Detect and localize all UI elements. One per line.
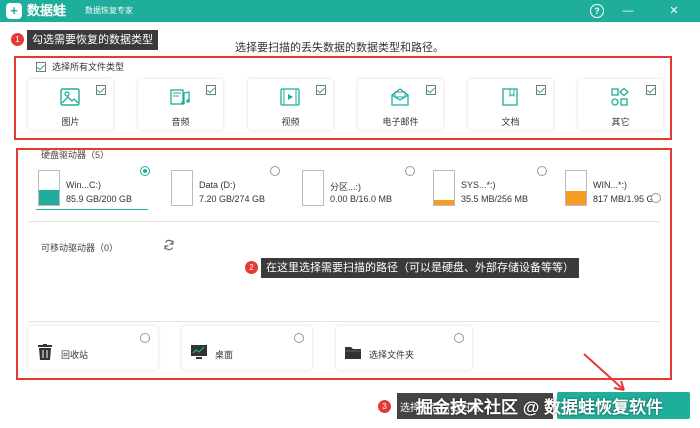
type-checkbox[interactable]: [426, 85, 436, 95]
location-choose-folder[interactable]: 选择文件夹: [336, 326, 472, 370]
location-label: 桌面: [215, 350, 234, 360]
type-checkbox[interactable]: [646, 85, 656, 95]
page-heading: 选择要扫描的丢失数据的数据类型和路径。: [235, 42, 444, 54]
drive-name: WIN...*:): [593, 180, 627, 190]
drive-name: Data (D:): [199, 180, 236, 190]
drive-radio-sys[interactable]: [537, 166, 547, 176]
drive-item-partition[interactable]: 分区...:) 0.00 B/16.0 MB: [302, 166, 417, 211]
type-card-audio[interactable]: 音频: [138, 79, 223, 130]
location-radio[interactable]: [140, 333, 150, 343]
document-icon: [502, 88, 518, 106]
drive-usage-fill: [566, 190, 586, 205]
drive-size: 35.5 MB/256 MB: [461, 194, 529, 204]
drive-disk-icon: [302, 170, 324, 206]
removable-title: 可移动驱动器（0）: [41, 243, 119, 253]
drive-item-c[interactable]: Win...C:) 85.9 GB/200 GB: [38, 166, 153, 211]
step2-badge: 2: [245, 261, 258, 274]
type-label: 文档: [501, 117, 520, 127]
select-all-checkbox[interactable]: [36, 61, 46, 72]
type-card-image[interactable]: 图片: [28, 79, 113, 130]
drive-size: 7.20 GB/274 GB: [199, 194, 266, 204]
step2-callout: 在这里选择需要扫描的路径（可以是硬盘、外部存储设备等等）: [261, 258, 579, 278]
select-all-label: 选择所有文件类型: [52, 62, 125, 72]
drive-disk-icon: [171, 170, 193, 206]
drive-name: 分区...:): [330, 182, 361, 192]
email-icon: [391, 88, 409, 106]
location-recycle-bin[interactable]: 回收站: [28, 326, 158, 370]
type-card-other[interactable]: 其它: [578, 79, 663, 130]
drive-name: SYS...*:): [461, 180, 496, 190]
watermark: 掘金技术社区 @ 数据蛙恢复软件: [416, 398, 664, 417]
step1-badge: 1: [11, 33, 24, 46]
location-label: 回收站: [61, 350, 89, 360]
selected-drive-underline: [36, 209, 148, 210]
location-radio[interactable]: [454, 333, 464, 343]
type-checkbox[interactable]: [96, 85, 106, 95]
type-label: 其它: [611, 117, 630, 127]
drive-item-win[interactable]: WIN...*:) 817 MB/1.95 GB: [565, 166, 665, 211]
drive-size: 0.00 B/16.0 MB: [330, 194, 393, 204]
drive-item-sys[interactable]: SYS...*:) 35.5 MB/256 MB: [433, 166, 548, 211]
video-icon: [280, 88, 300, 106]
select-all-types[interactable]: 选择所有文件类型: [36, 60, 124, 73]
drive-radio-c[interactable]: [140, 166, 150, 176]
app-name: 数据蛙: [27, 3, 67, 18]
location-radio[interactable]: [294, 333, 304, 343]
type-label: 图片: [61, 117, 80, 127]
drive-disk-icon: [565, 170, 587, 206]
drive-name: Win...C:): [66, 180, 101, 190]
location-label: 选择文件夹: [369, 350, 415, 360]
drive-radio-d[interactable]: [270, 166, 280, 176]
drive-radio-partition[interactable]: [405, 166, 415, 176]
section-divider: [28, 321, 660, 322]
type-checkbox[interactable]: [536, 85, 546, 95]
type-label: 音频: [171, 117, 190, 127]
trash-icon: [38, 344, 52, 360]
drive-radio-win[interactable]: [651, 193, 661, 203]
music-icon: [170, 89, 190, 105]
type-card-email[interactable]: 电子邮件: [358, 79, 443, 130]
drive-usage-fill: [434, 200, 454, 205]
drive-disk-icon: [38, 170, 60, 206]
app-logo-icon: +: [6, 3, 22, 19]
app-subtitle: 数据恢复专家: [85, 6, 133, 15]
image-icon: [60, 88, 80, 106]
minimize-button[interactable]: —: [620, 3, 636, 19]
type-checkbox[interactable]: [206, 85, 216, 95]
section-divider: [28, 221, 660, 222]
drive-size: 85.9 GB/200 GB: [66, 194, 133, 204]
drive-usage-fill: [39, 190, 59, 205]
help-button[interactable]: ?: [590, 4, 604, 18]
drive-size: 817 MB/1.95 GB: [593, 194, 660, 204]
type-label: 电子邮件: [382, 117, 419, 127]
refresh-icon[interactable]: [163, 239, 175, 251]
folder-icon: [345, 347, 361, 359]
location-desktop[interactable]: 桌面: [182, 326, 312, 370]
type-checkbox[interactable]: [316, 85, 326, 95]
close-button[interactable]: ✕: [666, 3, 682, 19]
other-icon: [611, 87, 629, 106]
title-bar: + 数据蛙 数据恢复专家 ? — ✕: [0, 0, 700, 22]
type-label: 视频: [281, 117, 300, 127]
drive-disk-icon: [433, 170, 455, 206]
desktop-icon: [191, 345, 207, 359]
step1-callout: 勾选需要恢复的数据类型: [27, 30, 158, 50]
drive-item-d[interactable]: Data (D:) 7.20 GB/274 GB: [171, 166, 286, 211]
type-card-video[interactable]: 视频: [248, 79, 333, 130]
step3-badge: 3: [378, 400, 391, 413]
hard-drives-title: 硬盘驱动器（5）: [41, 150, 110, 160]
type-card-document[interactable]: 文档: [468, 79, 553, 130]
